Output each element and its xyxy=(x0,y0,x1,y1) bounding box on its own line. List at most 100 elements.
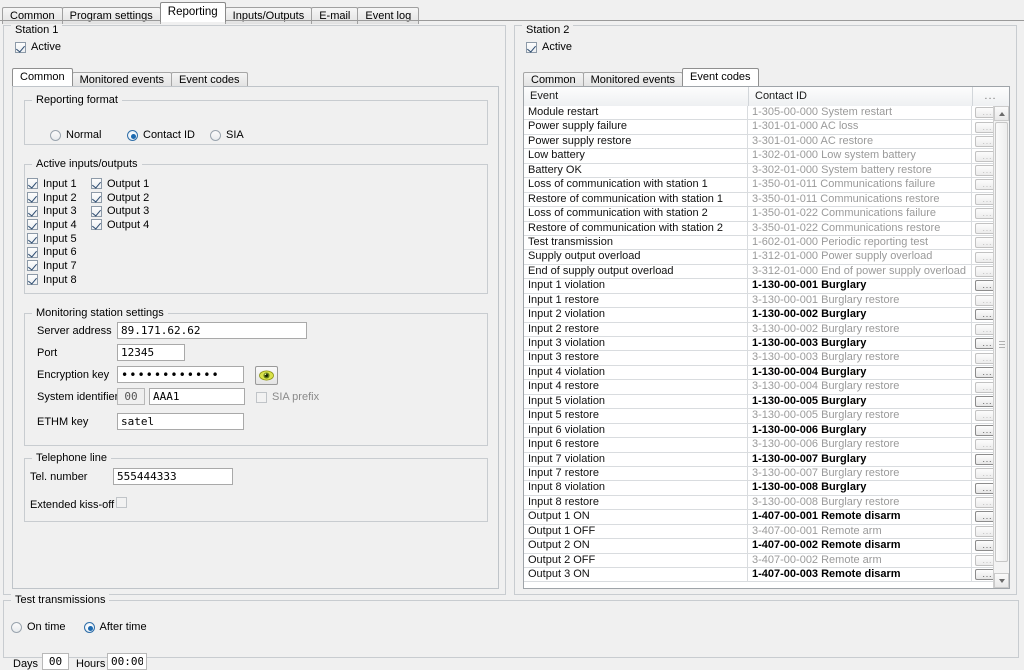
test-transmission-option-on-time[interactable]: On time xyxy=(11,621,66,633)
checkbox-row-output-4[interactable]: Output 4 xyxy=(91,218,149,232)
table-row[interactable]: Output 2 OFF 3-407-00-002 Remote arm... xyxy=(524,553,1009,568)
checkbox-row-input-3[interactable]: Input 3 xyxy=(27,204,77,218)
station-1-panel: Station 1 Active Common Monitored events E… xyxy=(3,24,506,595)
table-row[interactable]: Input 5 restore 3-130-00-005 Burglary res… xyxy=(524,409,1009,424)
station-2-active-row[interactable]: Active xyxy=(526,41,572,53)
active-outputs-list: Output 1 Output 2 Output 3 Output 4 xyxy=(91,177,149,232)
table-row[interactable]: Input 8 restore 3-130-00-008 Burglary res… xyxy=(524,495,1009,511)
table-row[interactable]: Supply output overload 1-312-01-000 Power… xyxy=(524,250,1009,265)
table-row[interactable]: Low battery 1-302-01-000 Low system batte… xyxy=(524,149,1009,164)
checkbox-input-3[interactable] xyxy=(27,205,38,217)
table-row[interactable]: Loss of communication with station 1 1-35… xyxy=(524,178,1009,193)
checkbox-row-output-3[interactable]: Output 3 xyxy=(91,204,149,218)
table-row[interactable]: Input 7 violation 1-130-00-007 Burglary..… xyxy=(524,452,1009,467)
encryption-key-input[interactable] xyxy=(117,366,244,383)
scroll-down-button[interactable] xyxy=(994,573,1009,588)
table-row[interactable]: Input 4 restore 3-130-00-004 Burglary res… xyxy=(524,380,1009,395)
radio-on-time[interactable] xyxy=(11,621,22,633)
server-address-input[interactable] xyxy=(117,322,307,339)
table-row[interactable]: Input 3 restore 3-130-00-003 Burglary res… xyxy=(524,351,1009,366)
column-header-actions[interactable]: ... xyxy=(972,87,1008,106)
table-row[interactable]: Loss of communication with station 2 1-35… xyxy=(524,207,1009,222)
sia-prefix-checkbox[interactable] xyxy=(256,391,267,403)
checkbox-input-5[interactable] xyxy=(27,233,38,245)
checkbox-output-2[interactable] xyxy=(91,192,102,204)
table-row[interactable]: Output 1 ON 1-407-00-001 Remote disarm... xyxy=(524,510,1009,525)
table-row[interactable]: Restore of communication with station 13… xyxy=(524,192,1009,208)
radio-normal[interactable] xyxy=(50,129,61,141)
checkbox-input-1[interactable] xyxy=(27,178,38,190)
table-row[interactable]: Input 7 restore 3-130-00-007 Burglary res… xyxy=(524,466,1009,482)
tab-common[interactable]: Common xyxy=(12,68,73,86)
days-input[interactable] xyxy=(42,653,69,670)
hours-input[interactable] xyxy=(107,653,147,670)
radio-contact-id[interactable] xyxy=(127,129,138,141)
eye-icon[interactable] xyxy=(255,366,278,385)
table-row[interactable]: Restore of communication with station 23… xyxy=(524,221,1009,236)
checkbox-input-6[interactable] xyxy=(27,246,38,258)
cell-event: Output 3 ON xyxy=(524,568,748,582)
system-identifier-input[interactable] xyxy=(149,388,245,405)
table-row[interactable]: Input 5 violation 1-130-00-005 Burglary..… xyxy=(524,394,1009,410)
checkbox-input-7[interactable] xyxy=(27,260,38,272)
checkbox-row-input-2[interactable]: Input 2 xyxy=(27,191,77,205)
column-header-event[interactable]: Event xyxy=(524,87,748,106)
table-row[interactable]: Input 8 violation 1-130-00-008 Burglary..… xyxy=(524,481,1009,496)
checkbox-input-8[interactable] xyxy=(27,274,38,286)
reporting-format-option-sia[interactable]: SIA xyxy=(210,129,244,141)
checkbox-output-4[interactable] xyxy=(91,219,102,231)
table-row[interactable]: Battery OK 3-302-01-000 System battery re… xyxy=(524,163,1009,179)
extended-kissoff-checkbox[interactable] xyxy=(116,497,127,508)
tab-event-codes[interactable]: Event codes xyxy=(682,68,759,86)
table-row[interactable]: Output 3 ON 1-407-00-003 Remote disarm... xyxy=(524,568,1009,583)
ethm-key-input[interactable] xyxy=(117,413,244,430)
table-row[interactable]: Input 1 restore 3-130-00-001 Burglary res… xyxy=(524,293,1009,309)
table-row[interactable]: Module restart 1-305-00-000 System restar… xyxy=(524,106,1009,121)
column-header-contact-id[interactable]: Contact ID xyxy=(748,87,972,106)
main-tab-reporting[interactable]: Reporting xyxy=(159,2,226,22)
station-1-active-checkbox[interactable] xyxy=(15,41,26,53)
table-row[interactable]: Output 2 ON 1-407-00-002 Remote disarm... xyxy=(524,539,1009,554)
system-identifier-prefix-input[interactable] xyxy=(117,388,145,405)
reporting-format-option-normal[interactable]: Normal xyxy=(50,129,101,141)
chevron-down-icon xyxy=(998,578,1005,583)
table-row[interactable]: Input 2 restore 3-130-00-002 Burglary res… xyxy=(524,322,1009,337)
checkbox-input-4[interactable] xyxy=(27,219,38,231)
scrollbar-thumb[interactable] xyxy=(995,122,1008,562)
table-row[interactable]: Output 1 OFF 3-407-00-001 Remote arm... xyxy=(524,524,1009,540)
radio-after-time[interactable] xyxy=(83,621,95,633)
station-2-active-checkbox[interactable] xyxy=(526,41,537,53)
checkbox-row-input-4[interactable]: Input 4 xyxy=(27,218,77,232)
tel-number-input[interactable] xyxy=(113,468,233,485)
checkbox-label: Input 2 xyxy=(43,191,77,204)
table-row[interactable]: Input 2 violation 1-130-00-002 Burglary..… xyxy=(524,308,1009,323)
table-row[interactable]: Input 1 violation 1-130-00-001 Burglary..… xyxy=(524,279,1009,294)
table-row[interactable]: Input 4 violation 1-130-00-004 Burglary..… xyxy=(524,365,1009,381)
table-row[interactable]: Input 3 violation 1-130-00-003 Burglary..… xyxy=(524,337,1009,352)
checkbox-row-input-5[interactable]: Input 5 xyxy=(27,232,77,246)
reporting-format-option-contact-id[interactable]: Contact ID xyxy=(127,129,195,141)
station-1-active-row[interactable]: Active xyxy=(15,41,61,53)
table-row[interactable]: Power supply failure 1-301-01-000 AC loss… xyxy=(524,120,1009,135)
checkbox-row-input-7[interactable]: Input 7 xyxy=(27,259,77,273)
table-vertical-scrollbar[interactable] xyxy=(993,106,1009,588)
table-row[interactable]: Power supply restore 3-301-01-000 AC rest… xyxy=(524,134,1009,150)
sia-prefix-row[interactable]: SIA prefix xyxy=(256,391,319,403)
checkbox-input-2[interactable] xyxy=(27,192,38,204)
checkbox-label: Output 1 xyxy=(107,177,150,190)
checkbox-output-1[interactable] xyxy=(91,178,102,190)
table-row[interactable]: Input 6 restore 3-130-00-006 Burglary res… xyxy=(524,438,1009,453)
checkbox-output-3[interactable] xyxy=(91,205,102,217)
radio-sia[interactable] xyxy=(210,129,221,141)
table-row[interactable]: Input 6 violation 1-130-00-006 Burglary..… xyxy=(524,423,1009,439)
checkbox-row-input-1[interactable]: Input 1 xyxy=(27,177,77,191)
table-row[interactable]: End of supply output overload 3-312-01-00… xyxy=(524,264,1009,280)
checkbox-row-input-6[interactable]: Input 6 xyxy=(27,245,77,259)
scroll-up-button[interactable] xyxy=(994,106,1009,121)
table-row[interactable]: Test transmission 1-602-01-000 Periodic r… xyxy=(524,235,1009,251)
checkbox-row-output-2[interactable]: Output 2 xyxy=(91,191,149,205)
checkbox-row-input-8[interactable]: Input 8 xyxy=(27,273,77,287)
port-input[interactable] xyxy=(117,344,185,361)
test-transmission-option-after-time[interactable]: After time xyxy=(83,621,147,633)
checkbox-row-output-1[interactable]: Output 1 xyxy=(91,177,149,191)
